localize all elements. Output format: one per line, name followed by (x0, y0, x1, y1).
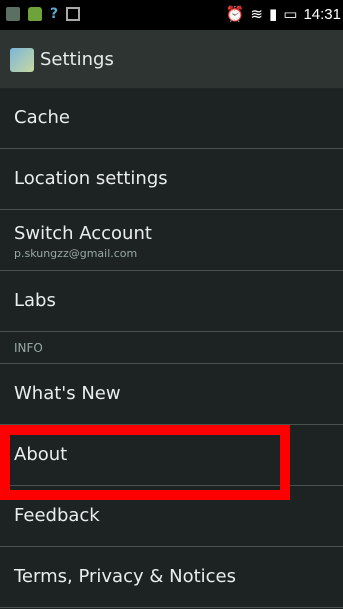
settings-item-cache[interactable]: Cache (0, 88, 343, 149)
title-bar: Settings (0, 30, 343, 89)
app-icon (10, 48, 34, 72)
question-icon: ? (50, 6, 59, 22)
settings-list: Cache Location settings Switch Account p… (0, 88, 343, 608)
settings-item-label: Location settings (14, 168, 168, 189)
account-email: p.skungzz@gmail.com (14, 247, 138, 260)
settings-item-about[interactable]: About (0, 425, 343, 486)
signal-icon: ▮ (269, 5, 278, 23)
settings-item-feedback[interactable]: Feedback (0, 486, 343, 547)
settings-item-whats-new[interactable]: What's New (0, 364, 343, 425)
battery-icon: ▭ (283, 5, 298, 23)
page-title: Settings (40, 49, 114, 70)
status-time: 14:31 (303, 5, 341, 23)
settings-item-label: What's New (14, 383, 121, 404)
status-left: ? (6, 6, 81, 22)
settings-item-label: Cache (14, 107, 70, 128)
settings-item-label: Terms, Privacy & Notices (14, 566, 236, 587)
settings-item-switch-account[interactable]: Switch Account p.skungzz@gmail.com (0, 210, 343, 271)
settings-item-labs[interactable]: Labs (0, 271, 343, 332)
android-icon (28, 7, 42, 21)
section-header-info: INFO (0, 332, 343, 364)
status-right: ⏰ ≋ ▮ ▭ 14:31 (226, 5, 341, 23)
settings-item-label: Switch Account (14, 223, 152, 244)
image-icon (66, 7, 81, 21)
settings-item-label: Labs (14, 290, 56, 311)
status-bar: ? ⏰ ≋ ▮ ▭ 14:31 (0, 0, 343, 30)
notification-icon (6, 7, 20, 21)
settings-item-location[interactable]: Location settings (0, 149, 343, 210)
settings-item-label: Feedback (14, 505, 100, 526)
settings-item-label: About (14, 444, 68, 465)
alarm-icon: ⏰ (225, 5, 245, 23)
section-title: INFO (14, 341, 43, 355)
settings-item-terms[interactable]: Terms, Privacy & Notices (0, 547, 343, 608)
wifi-icon: ≋ (250, 5, 263, 23)
